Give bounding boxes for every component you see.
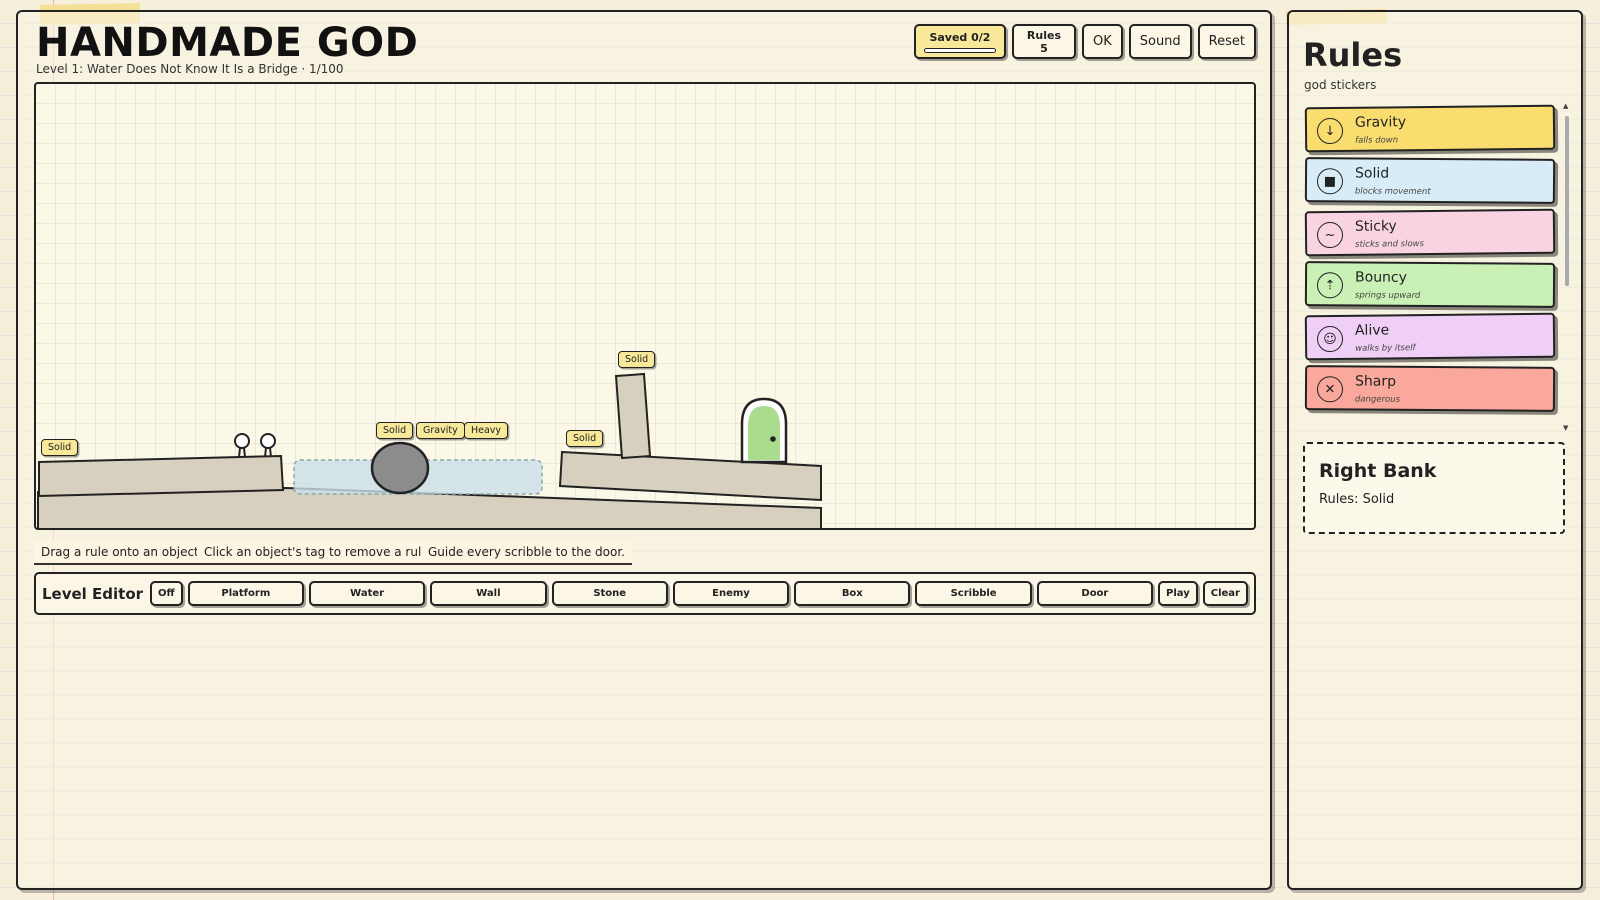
arrow-up-icon: ⇡ <box>1316 272 1344 299</box>
tool-wall-button[interactable]: Wall <box>430 581 547 606</box>
rules-subtitle: god stickers <box>1304 78 1377 92</box>
rule-description: springs upward <box>1354 290 1421 301</box>
game-canvas[interactable]: Solid Solid Gravity Heavy Solid Solid <box>34 82 1256 530</box>
game-title: HANDMADE GOD <box>36 20 419 66</box>
tool-water-button[interactable]: Water <box>308 581 426 606</box>
level-subtitle: Level 1: Water Does Not Know It Is a Bri… <box>36 62 344 76</box>
rule-name: Sticky <box>1354 218 1397 235</box>
tag-stone-heavy[interactable]: Heavy <box>464 422 509 439</box>
door-inner <box>748 406 780 460</box>
wave-icon: ~ <box>1316 221 1344 249</box>
rule-list-scrollbar[interactable]: ▲ ▼ <box>1563 102 1570 432</box>
tag-pillar-solid[interactable]: Solid <box>618 351 656 368</box>
hint-guide-scribble: Guide every scribble to the door. <box>421 541 632 565</box>
scrollbar-thumb[interactable] <box>1565 116 1569 286</box>
tool-stone-button[interactable]: Stone <box>551 581 668 606</box>
arrow-down-icon: ↓ <box>1316 117 1344 145</box>
rule-name: Sharp <box>1354 373 1397 390</box>
hint-remove-rule: Click an object's tag to remove a rule. <box>197 541 440 565</box>
level-editor-title: Level Editor <box>42 584 144 603</box>
tool-enemy-button[interactable]: Enemy <box>672 581 790 606</box>
saved-label: Saved 0/2 <box>929 30 991 44</box>
rule-name: Bouncy <box>1354 269 1408 286</box>
rule-sticker-list: ↓ Gravity falls down ■ Solid blocks movement ~… <box>1304 104 1556 418</box>
scribble-character <box>234 433 250 458</box>
scribble-character <box>260 433 276 458</box>
hint-drag-rule: Drag a rule onto an object. <box>34 541 210 565</box>
rule-sticker-sticky[interactable]: ~ Sticky sticks and slows <box>1304 208 1556 257</box>
rule-sticker-gravity[interactable]: ↓ Gravity falls down <box>1304 104 1556 153</box>
scroll-down-icon[interactable]: ▼ <box>1563 424 1568 432</box>
rule-description: walks by itself <box>1355 343 1416 354</box>
editor-clear-button[interactable]: Clear <box>1202 581 1248 606</box>
x-circle-icon: ✕ <box>1316 376 1344 403</box>
tool-scribble-button[interactable]: Scribble <box>915 581 1032 606</box>
left-platform <box>38 454 285 498</box>
rule-sticker-alive[interactable]: ☺ Alive walks by itself <box>1304 312 1556 361</box>
selected-object-title: Right Bank <box>1319 460 1437 482</box>
stone <box>370 441 430 495</box>
rule-name: Gravity <box>1354 114 1407 131</box>
tool-platform-button[interactable]: Platform <box>187 581 304 606</box>
pillar <box>614 372 652 460</box>
rules-title: Rules <box>1303 36 1403 74</box>
rules-panel: Rules god stickers ↓ Gravity falls down ■ So… <box>1287 10 1583 890</box>
level-scene <box>37 372 822 528</box>
rule-description: falls down <box>1355 135 1399 146</box>
saved-progress-bar <box>923 47 996 53</box>
smiley-icon: ☺ <box>1316 325 1344 353</box>
rule-name: Solid <box>1354 165 1390 182</box>
tag-stone-solid[interactable]: Solid <box>376 422 414 439</box>
top-toolbar: Saved 0/2 Rules 5 OK Sound Reset <box>913 24 1256 59</box>
rule-sticker-sharp[interactable]: ✕ Sharp dangerous <box>1304 365 1556 412</box>
tag-stone-gravity[interactable]: Gravity <box>416 422 465 439</box>
saved-button[interactable]: Saved 0/2 <box>913 24 1006 59</box>
rule-sticker-solid[interactable]: ■ Solid blocks movement <box>1304 157 1556 204</box>
tag-right-bank-solid[interactable]: Solid <box>566 430 604 447</box>
door-knob <box>770 436 776 442</box>
rule-description: dangerous <box>1354 394 1401 405</box>
scroll-up-icon[interactable]: ▲ <box>1563 102 1568 110</box>
tag-left-platform-solid[interactable]: Solid <box>41 439 79 456</box>
main-panel: HANDMADE GOD Level 1: Water Does Not Kno… <box>16 10 1272 890</box>
rule-description: sticks and slows <box>1355 239 1425 250</box>
sound-button[interactable]: Sound <box>1128 24 1192 59</box>
selected-object-rules: Rules: Solid <box>1319 492 1395 507</box>
tool-door-button[interactable]: Door <box>1036 581 1154 606</box>
rule-sticker-bouncy[interactable]: ⇡ Bouncy springs upward <box>1304 261 1556 308</box>
rules-count-button[interactable]: Rules 5 <box>1011 24 1076 59</box>
square-icon: ■ <box>1316 168 1344 195</box>
rule-description: blocks movement <box>1354 186 1431 198</box>
level-editor-bar: Level Editor Off Platform Water Wall Sto… <box>34 572 1256 615</box>
reset-button[interactable]: Reset <box>1197 24 1256 59</box>
editor-off-button[interactable]: Off <box>150 581 183 606</box>
ok-button[interactable]: OK <box>1081 24 1123 59</box>
editor-play-button[interactable]: Play <box>1158 581 1198 606</box>
rule-name: Alive <box>1354 322 1390 339</box>
tool-box-button[interactable]: Box <box>794 581 911 606</box>
selected-object-info: Right Bank Rules: Solid <box>1303 442 1565 534</box>
